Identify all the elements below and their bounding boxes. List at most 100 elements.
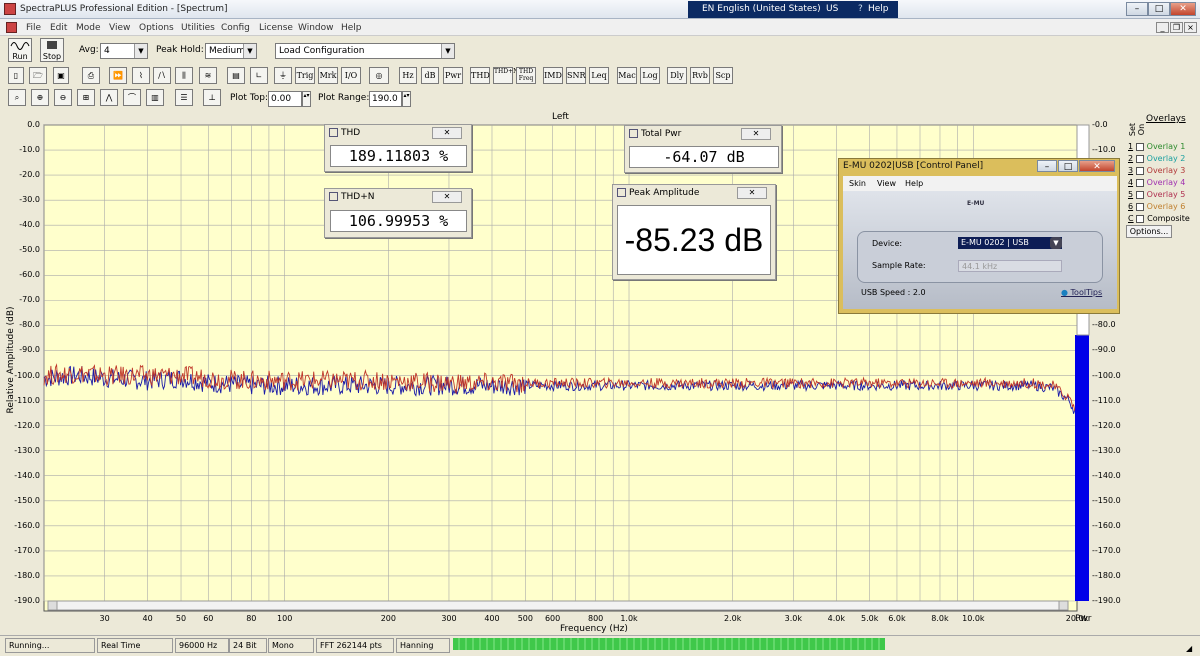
overlay-set-button[interactable]: 5: [1128, 190, 1133, 199]
chevron-down-icon[interactable]: ▼: [243, 44, 256, 58]
thd-freq-button[interactable]: THD Freq: [516, 67, 536, 84]
thd-button[interactable]: THD: [470, 67, 490, 84]
language-label[interactable]: EN English (United States): [702, 4, 821, 14]
generator-icon[interactable]: ◎: [369, 67, 389, 84]
overlay-checkbox[interactable]: [1135, 166, 1144, 175]
thdn-meter[interactable]: THD+N ✕ 106.99953 %: [324, 188, 472, 238]
thdn-button[interactable]: THD+N: [493, 67, 518, 84]
hz-button[interactable]: Hz: [399, 67, 417, 84]
overlay-row-4[interactable]: 4 Overlay 4: [1128, 177, 1185, 189]
scroll-right-button[interactable]: [1058, 600, 1069, 611]
close-button[interactable]: ✕: [1170, 2, 1196, 16]
close-icon[interactable]: ✕: [741, 128, 771, 140]
overlay-row-composite[interactable]: C Composite: [1128, 213, 1190, 225]
chevron-down-icon[interactable]: ▼: [134, 44, 147, 58]
overlay-checkbox[interactable]: [1135, 202, 1144, 211]
peak-icon[interactable]: ⋀: [100, 89, 118, 106]
scroll-left-button[interactable]: [47, 600, 58, 611]
plot-top-spinner-icon[interactable]: ▴▾: [302, 91, 311, 107]
stop-button[interactable]: Stop: [40, 38, 64, 62]
fast-forward-icon[interactable]: ⏩: [109, 67, 127, 84]
overlay-set-button[interactable]: 3: [1128, 166, 1133, 175]
mdi-close-button[interactable]: ×: [1184, 22, 1197, 33]
emu-maximize-button[interactable]: □: [1058, 160, 1078, 172]
mac-button[interactable]: Mac: [617, 67, 637, 84]
help-icon[interactable]: ?: [858, 4, 863, 14]
device-select[interactable]: E-MU 0202 | USB: [958, 237, 1062, 249]
chevron-down-icon[interactable]: ▼: [1050, 237, 1062, 249]
overlay-row-6[interactable]: 6 Overlay 6: [1128, 201, 1185, 213]
tooltips-link[interactable]: ● ToolTips: [1061, 288, 1102, 297]
menu-help[interactable]: Help: [341, 23, 362, 33]
overlay-set-button[interactable]: 1: [1128, 142, 1133, 151]
menu-view[interactable]: View: [109, 23, 130, 33]
scp-button[interactable]: Scp: [713, 67, 733, 84]
maximize-button[interactable]: □: [1148, 2, 1170, 16]
menu-window[interactable]: Window: [298, 23, 334, 33]
mdi-minimize-button[interactable]: _: [1156, 22, 1169, 33]
octave-bars-icon[interactable]: ▥: [146, 89, 164, 106]
doc-icon[interactable]: [6, 22, 17, 33]
close-icon[interactable]: ✕: [432, 127, 462, 139]
trig-button[interactable]: Trig: [295, 67, 315, 84]
ramp-icon[interactable]: ∕∖: [153, 67, 171, 84]
overlay-row-3[interactable]: 3 Overlay 3: [1128, 165, 1185, 177]
resize-grip-icon[interactable]: ◢: [1186, 644, 1192, 653]
avg-select[interactable]: 4 ▼: [100, 43, 148, 59]
peak-amplitude-meter[interactable]: Peak Amplitude ✕ -85.23 dB: [612, 184, 776, 280]
chevron-down-icon[interactable]: ▼: [441, 44, 454, 58]
emu-menu-view[interactable]: View: [877, 179, 896, 188]
overlay-set-button[interactable]: 6: [1128, 202, 1133, 211]
mrk-button[interactable]: Mrk: [318, 67, 338, 84]
close-icon[interactable]: ✕: [737, 187, 767, 199]
print-icon[interactable]: ⎙: [82, 67, 100, 84]
smooth-icon[interactable]: ⌒: [123, 89, 141, 106]
zoom-full-icon[interactable]: ⊞: [77, 89, 95, 106]
menu-options[interactable]: Options: [139, 23, 174, 33]
menu-config[interactable]: Config: [221, 23, 250, 33]
calibrate-icon[interactable]: ⊥: [203, 89, 221, 106]
load-config-select[interactable]: Load Configuration ▼: [275, 43, 455, 59]
plot-range-input[interactable]: 190.0: [369, 91, 402, 107]
db-button[interactable]: dB: [421, 67, 439, 84]
log-button[interactable]: Log: [640, 67, 660, 84]
total-pwr-meter[interactable]: Total Pwr ✕ -64.07 dB: [624, 125, 782, 173]
help-label[interactable]: Help: [868, 4, 889, 14]
h-scrollbar[interactable]: [47, 600, 1069, 611]
overlay-set-button[interactable]: C: [1128, 214, 1134, 223]
pwr-button[interactable]: Pwr: [443, 67, 463, 84]
zoom-out-icon[interactable]: ⊖: [54, 89, 72, 106]
save-icon[interactable]: ▣: [53, 67, 69, 84]
leq-button[interactable]: Leq: [589, 67, 609, 84]
overlay-row-5[interactable]: 5 Overlay 5: [1128, 189, 1185, 201]
options-button[interactable]: Options...: [1126, 225, 1172, 238]
peak-hold-select[interactable]: Medium ▼: [205, 43, 257, 59]
zoom-icon[interactable]: ⌕: [8, 89, 26, 106]
rvb-button[interactable]: Rvb: [690, 67, 710, 84]
dly-button[interactable]: Dly: [667, 67, 687, 84]
zoom-in-icon[interactable]: ⊕: [31, 89, 49, 106]
close-icon[interactable]: ✕: [432, 191, 462, 203]
list-icon[interactable]: ☰: [175, 89, 193, 106]
menu-file[interactable]: File: [26, 23, 41, 33]
overlay-set-button[interactable]: 4: [1128, 178, 1133, 187]
overlay-checkbox[interactable]: [1135, 190, 1144, 199]
keyboard-label[interactable]: US: [826, 4, 838, 14]
axis-icon[interactable]: ∟: [250, 67, 268, 84]
spectrum-icon[interactable]: ⌇: [132, 67, 150, 84]
mdi-restore-button[interactable]: ❐: [1170, 22, 1183, 33]
sample-rate-select[interactable]: 44.1 kHz: [958, 260, 1062, 272]
signal-icon[interactable]: ⏚: [274, 67, 292, 84]
overlay-checkbox[interactable]: [1135, 142, 1144, 151]
minimize-button[interactable]: –: [1126, 2, 1148, 16]
plot-top-input[interactable]: 0.00: [268, 91, 302, 107]
emu-menu-skin[interactable]: Skin: [849, 179, 866, 188]
language-bar[interactable]: EN English (United States) US ? Help: [688, 1, 898, 18]
menu-mode[interactable]: Mode: [76, 23, 101, 33]
emu-close-button[interactable]: ✕: [1079, 160, 1115, 172]
new-file-icon[interactable]: ▯: [8, 67, 24, 84]
menu-license[interactable]: License: [259, 23, 293, 33]
overlay-set-button[interactable]: 2: [1128, 154, 1133, 163]
emu-control-panel[interactable]: E-MU 0202|USB [Control Panel] – □ ✕ Skin…: [838, 158, 1120, 314]
menu-utilities[interactable]: Utilities: [181, 23, 215, 33]
